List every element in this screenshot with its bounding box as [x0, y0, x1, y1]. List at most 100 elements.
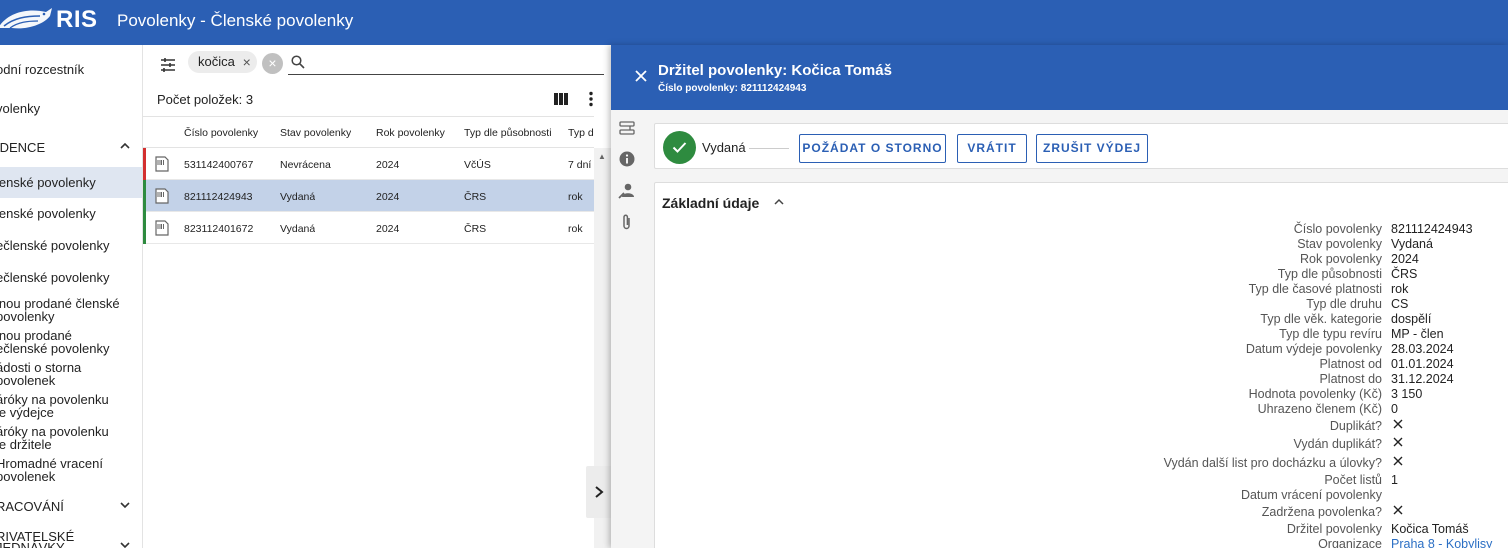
- sidebar-item-label: lenské povolenky: [0, 175, 96, 190]
- field-label: Vydán další list pro docházku a úlovky?: [1163, 456, 1382, 470]
- item-count: Počet položek: 3: [157, 92, 254, 107]
- cancel-issue-button[interactable]: ZRUŠIT VÝDEJ: [1036, 134, 1148, 163]
- filter-chip[interactable]: kočica ×: [188, 51, 257, 73]
- chevron-up-icon[interactable]: [773, 197, 785, 207]
- request-storno-button[interactable]: POŽÁDAT O STORNO: [799, 134, 946, 163]
- fish-logo-icon[interactable]: [0, 6, 54, 36]
- sidebar-item-hromadne-vraceni[interactable]: Hromadné vracení povolenek: [0, 457, 142, 485]
- permit-document-icon: [155, 156, 169, 172]
- info-icon[interactable]: [618, 150, 636, 168]
- chevron-down-icon: [120, 502, 130, 509]
- status-divider: [749, 148, 789, 149]
- cell-typ: ČRS: [464, 191, 487, 203]
- basic-info-card: Základní údaje Číslo povolenky 821112424…: [654, 182, 1508, 548]
- cell-stav: Vydaná: [280, 191, 316, 203]
- table-row[interactable]: 531142400767 Nevrácena 2024 VčÚS 7 dní: [143, 148, 594, 180]
- page-title: Povolenky - Členské povolenky: [117, 11, 354, 30]
- status-indicator: [143, 180, 146, 212]
- field-value: 31.12.2024: [1391, 372, 1454, 386]
- field-label: Typ dle věk. kategorie: [1260, 312, 1382, 326]
- field-label: Datum výdeje povolenky: [1245, 342, 1382, 356]
- field-label: Uhrazeno členem (Kč): [1257, 402, 1382, 416]
- sidebar-item-clenske-povolenky-2[interactable]: lenské povolenky: [0, 206, 142, 222]
- sidebar-navigation: odní rozcestník volenky IDENCE lenské po…: [0, 45, 143, 548]
- cross-icon: [1393, 419, 1403, 429]
- column-header-platnost[interactable]: Typ dle č: [568, 127, 594, 139]
- field-label: Platnost od: [1319, 357, 1382, 371]
- sidebar-item-rucne-prodane-clenske[interactable]: lnou prodané členské povolenky: [0, 297, 142, 325]
- table-row[interactable]: 821112424943 Vydaná 2024 ČRS rok: [143, 180, 594, 212]
- sidebar-item-rucne-prodane-neclenske[interactable]: lnou prodané ečlenské povolenky: [0, 329, 142, 357]
- field-label: Počet listů: [1324, 473, 1382, 487]
- sidebar-item-label: ečlenské povolenky: [0, 270, 110, 285]
- field-label: Duplikát?: [1329, 419, 1382, 433]
- column-header-rok[interactable]: Rok povolenky: [376, 127, 445, 139]
- permit-document-icon: [155, 188, 169, 204]
- field-label: Držitel povolenky: [1286, 522, 1382, 536]
- field-value: 28.03.2024: [1391, 342, 1454, 356]
- expand-panel-button[interactable]: [586, 466, 612, 518]
- field-value: dospělí: [1391, 312, 1432, 326]
- permit-list-panel: kočica × × Počet položek: 3 Číslo povole…: [143, 45, 612, 548]
- table-header: Číslo povolenky Stav povolenky Rok povol…: [143, 116, 594, 148]
- organization-link[interactable]: Praha 8 - Kobylisy: [1391, 537, 1492, 548]
- top-app-bar: RIS Povolenky - Členské povolenky: [0, 0, 1508, 45]
- attachment-icon[interactable]: [618, 213, 636, 231]
- field-label: Vydán duplikát?: [1293, 437, 1383, 451]
- check-icon: [672, 142, 687, 153]
- detail-subtitle: Číslo povolenky: 821112424943: [658, 83, 807, 94]
- detail-header: Držitel povolenky: Kočica Tomáš Číslo po…: [611, 45, 1508, 110]
- cell-stav: Nevrácena: [280, 159, 331, 171]
- sidebar-item-naroky-vydejce[interactable]: áróky na povolenku le výdejce: [0, 393, 142, 421]
- sidebar-item-label: lenské povolenky: [0, 206, 96, 221]
- field-label: Stav povolenky: [1297, 237, 1382, 251]
- permit-document-icon: [155, 220, 169, 236]
- cell-platnost: 7 dní: [568, 159, 592, 171]
- status-card: Vydaná POŽÁDAT O STORNO VRÁTIT ZRUŠIT VÝ…: [654, 123, 1508, 169]
- sidebar-item-neclenske-povolenky[interactable]: ečlenské povolenky: [0, 238, 142, 254]
- field-value: MP - člen: [1391, 327, 1444, 341]
- sidebar-section-evidence[interactable]: IDENCE: [0, 139, 142, 155]
- status-indicator: [143, 212, 146, 244]
- sidebar-item-naroky-drzitele[interactable]: áróky na povolenku le držitele: [0, 425, 142, 453]
- close-icon[interactable]: [634, 69, 648, 83]
- sidebar-section-zpracovani[interactable]: RACOVÁNÍ: [0, 498, 142, 514]
- sidebar-item-label: lnou prodané členské povolenky: [0, 296, 120, 324]
- cell-cislo: 821112424943: [184, 191, 253, 203]
- sidebar-section-label: RIVATELSKÉ JEDNÁVKY: [0, 529, 75, 548]
- return-button[interactable]: VRÁTIT: [957, 134, 1027, 163]
- columns-icon[interactable]: [554, 93, 568, 105]
- chip-remove-icon[interactable]: ×: [243, 51, 251, 73]
- sidebar-item-label: Hromadné vracení povolenek: [0, 456, 103, 484]
- sidebar-item-zadosti-o-storna[interactable]: ádosti o storna povolenek: [0, 361, 142, 389]
- person-key-icon[interactable]: [618, 182, 636, 200]
- column-header-stav[interactable]: Stav povolenky: [280, 127, 351, 139]
- status-indicator: [143, 148, 146, 180]
- sidebar-item-clenske-povolenky[interactable]: lenské povolenky: [0, 167, 142, 198]
- sidebar-item-label: lnou prodané ečlenské povolenky: [0, 328, 110, 356]
- field-label: Číslo povolenky: [1293, 222, 1382, 236]
- filter-settings-icon[interactable]: [159, 56, 177, 74]
- sidebar-section-hospodarske-objednavky[interactable]: RIVATELSKÉ JEDNÁVKY: [0, 530, 142, 548]
- field-value: Vydaná: [1391, 237, 1433, 251]
- field-label: Typ dle druhu: [1306, 297, 1382, 311]
- chevron-down-icon: [120, 542, 130, 548]
- field-value: 3 150: [1391, 387, 1423, 401]
- column-header-cislo[interactable]: Číslo povolenky: [184, 127, 258, 139]
- cell-platnost: rok: [568, 191, 583, 203]
- sidebar-item-povolenky[interactable]: volenky: [0, 101, 142, 117]
- more-vertical-icon[interactable]: [588, 91, 594, 107]
- sidebar-item-neclenske-povolenky-2[interactable]: ečlenské povolenky: [0, 270, 142, 286]
- sidebar-item-rozcestnik[interactable]: odní rozcestník: [0, 62, 142, 78]
- clear-filter-button[interactable]: ×: [262, 53, 283, 74]
- workflow-icon[interactable]: [618, 119, 636, 137]
- column-header-typ[interactable]: Typ dle působnosti: [464, 127, 552, 139]
- scroll-up-icon[interactable]: ▲: [598, 152, 606, 161]
- filter-chip-label: kočica: [198, 54, 235, 69]
- sidebar-section-label: RACOVÁNÍ: [0, 499, 64, 514]
- search-input[interactable]: [288, 51, 604, 75]
- sidebar-item-label: ádosti o storna povolenek: [0, 360, 82, 388]
- table-row[interactable]: 823112401672 Vydaná 2024 ČRS rok: [143, 212, 594, 244]
- search-icon: [291, 55, 305, 69]
- status-check-badge: [663, 131, 696, 164]
